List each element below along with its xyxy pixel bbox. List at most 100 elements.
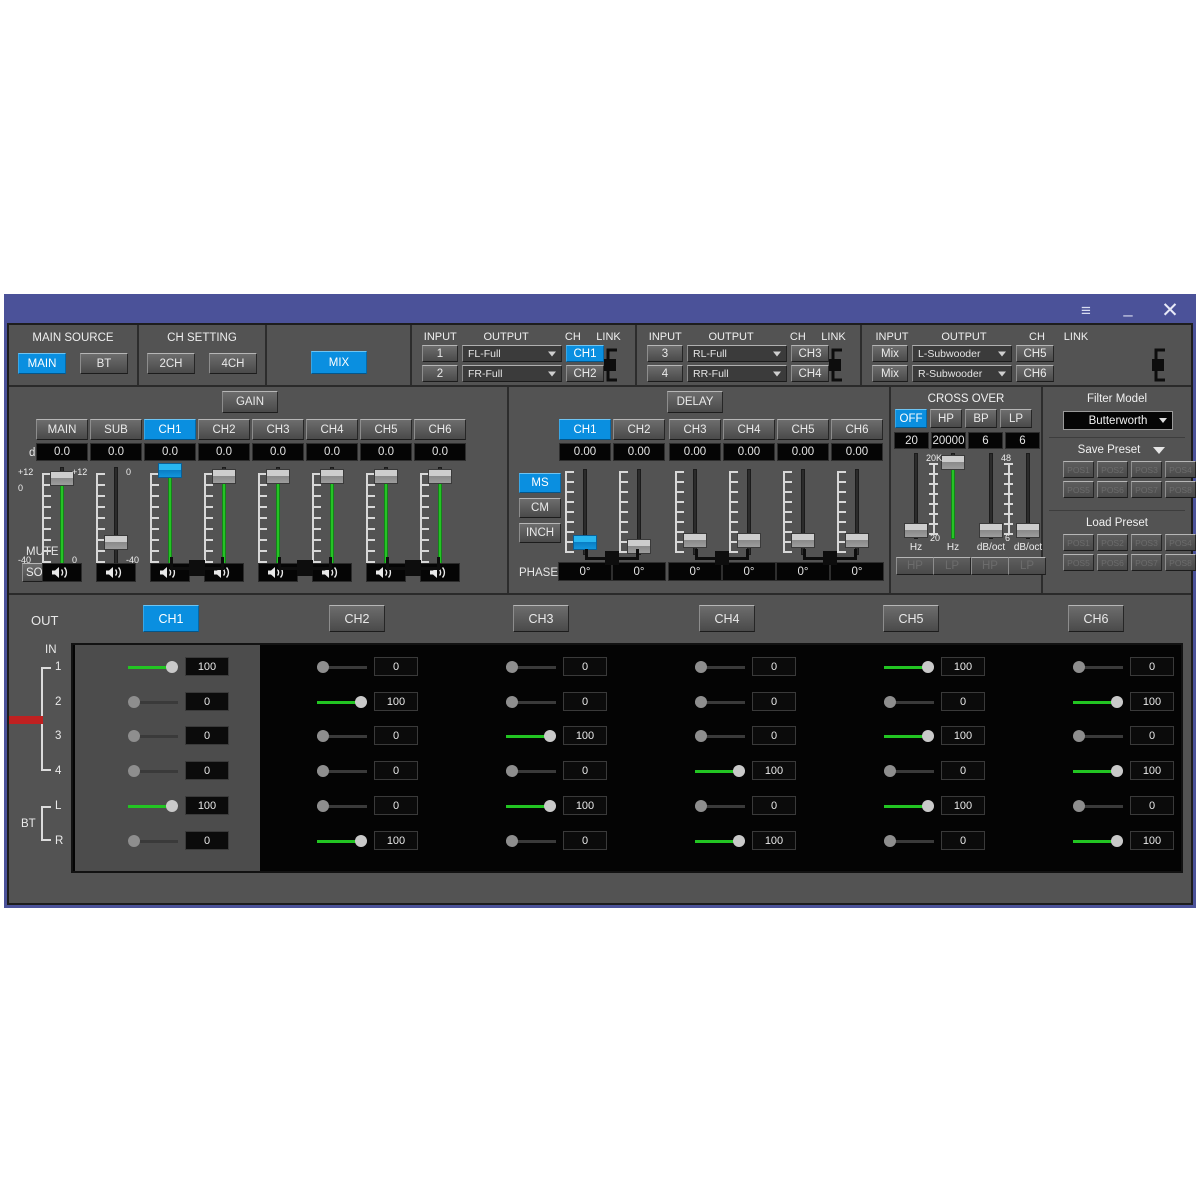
mixer-value-field[interactable]: 0	[941, 761, 985, 780]
mixer-slider[interactable]	[695, 799, 745, 812]
mixer-slider[interactable]	[695, 764, 745, 777]
gain-channel-tab-ch5[interactable]: CH5	[360, 419, 412, 440]
gain-fader-ch6[interactable]	[428, 467, 452, 565]
out-tab-ch1[interactable]: CH1	[143, 605, 199, 632]
save-preset-pos8-button[interactable]: POS8	[1165, 481, 1196, 498]
mixer-value-field[interactable]: 0	[1130, 796, 1174, 815]
mixer-slider[interactable]	[317, 695, 367, 708]
mix-button[interactable]: MIX	[311, 351, 367, 374]
delay-unit-ms-button[interactable]: MS	[519, 473, 561, 493]
mixer-slider[interactable]	[128, 695, 178, 708]
mixer-slider[interactable]	[128, 799, 178, 812]
crossover-mode-bp-button[interactable]: BP	[965, 409, 997, 428]
mixer-value-field[interactable]: 100	[563, 796, 607, 815]
delay-channel-tab-ch6[interactable]: CH6	[831, 419, 883, 440]
load-preset-pos2-button[interactable]: POS2	[1097, 534, 1128, 551]
mixer-value-field[interactable]: 0	[752, 796, 796, 815]
crossover-mode-off-button[interactable]: OFF	[895, 409, 927, 428]
routing-output-select[interactable]: RL-Full	[687, 345, 787, 362]
delay-value-field[interactable]: 0.00	[669, 443, 721, 461]
mixer-slider[interactable]	[506, 764, 556, 777]
delay-link-wire-3[interactable]	[803, 549, 857, 569]
mixer-slider[interactable]	[128, 834, 178, 847]
mixer-value-field[interactable]: 0	[752, 657, 796, 676]
mixer-value-field[interactable]: 100	[1130, 831, 1174, 850]
delay-fader-ch2[interactable]	[627, 469, 651, 555]
delay-header-button[interactable]: DELAY	[667, 391, 723, 413]
routing-ch-button[interactable]: CH5	[1016, 345, 1054, 362]
save-preset-pos1-button[interactable]: POS1	[1063, 461, 1094, 478]
routing-ch-button[interactable]: CH4	[791, 365, 829, 382]
mixer-slider[interactable]	[884, 764, 934, 777]
delay-unit-inch-button[interactable]: INCH	[519, 523, 561, 543]
gain-value-field[interactable]: 0.0	[252, 443, 304, 461]
save-preset-pos3-button[interactable]: POS3	[1131, 461, 1162, 478]
routing-output-select[interactable]: L-Subwooder	[912, 345, 1012, 362]
mixer-slider[interactable]	[506, 799, 556, 812]
mixer-value-field[interactable]: 0	[563, 657, 607, 676]
gain-header-button[interactable]: GAIN	[222, 391, 278, 413]
mixer-slider[interactable]	[695, 695, 745, 708]
routing-output-select[interactable]: RR-Full	[687, 365, 787, 382]
out-tab-ch2[interactable]: CH2	[329, 605, 385, 632]
mixer-value-field[interactable]: 0	[374, 726, 418, 745]
gain-value-field[interactable]: 0.0	[306, 443, 358, 461]
load-preset-pos1-button[interactable]: POS1	[1063, 534, 1094, 551]
gain-channel-tab-ch2[interactable]: CH2	[198, 419, 250, 440]
link-toggle-2[interactable]	[826, 348, 852, 382]
mixer-slider[interactable]	[1073, 764, 1123, 777]
mixer-value-field[interactable]: 0	[752, 726, 796, 745]
routing-input-button[interactable]: 4	[647, 365, 683, 382]
crossover-filter-button-0[interactable]: HP	[896, 557, 934, 575]
mixer-slider[interactable]	[884, 660, 934, 673]
crossover-value-field-3[interactable]: 6	[1005, 432, 1040, 449]
mixer-slider[interactable]	[695, 834, 745, 847]
mixer-value-field[interactable]: 100	[941, 726, 985, 745]
mixer-value-field[interactable]: 100	[374, 831, 418, 850]
crossover-filter-button-1[interactable]: LP	[933, 557, 971, 575]
gain-value-field[interactable]: 0.0	[90, 443, 142, 461]
load-preset-pos6-button[interactable]: POS6	[1097, 554, 1128, 571]
mixer-slider[interactable]	[506, 834, 556, 847]
crossover-fader-0[interactable]	[904, 453, 928, 539]
routing-output-select[interactable]: R-Subwooder	[912, 365, 1012, 382]
mixer-slider[interactable]	[884, 729, 934, 742]
mixer-slider[interactable]	[1073, 799, 1123, 812]
delay-channel-tab-ch4[interactable]: CH4	[723, 419, 775, 440]
mixer-value-field[interactable]: 100	[185, 796, 229, 815]
gain-fader-main[interactable]	[50, 467, 74, 565]
mixer-slider[interactable]	[317, 660, 367, 673]
chevron-down-icon[interactable]	[1153, 447, 1165, 454]
gain-channel-tab-ch6[interactable]: CH6	[414, 419, 466, 440]
gain-fader-sub[interactable]	[104, 467, 128, 565]
crossover-value-field-0[interactable]: 20	[894, 432, 929, 449]
mixer-value-field[interactable]: 0	[563, 761, 607, 780]
mixer-slider[interactable]	[128, 764, 178, 777]
hamburger-icon[interactable]: ≡	[1075, 302, 1097, 319]
link-toggle-3[interactable]	[1149, 348, 1175, 382]
routing-ch-button[interactable]: CH3	[791, 345, 829, 362]
routing-ch-button[interactable]: CH1	[566, 345, 604, 362]
mixer-value-field[interactable]: 0	[185, 831, 229, 850]
mixer-slider[interactable]	[884, 799, 934, 812]
delay-link-wire-2[interactable]	[695, 549, 749, 569]
ch-setting-2ch-button[interactable]: 2CH	[147, 353, 195, 374]
load-preset-pos5-button[interactable]: POS5	[1063, 554, 1094, 571]
mixer-slider[interactable]	[506, 695, 556, 708]
delay-value-field[interactable]: 0.00	[559, 443, 611, 461]
delay-value-field[interactable]: 0.00	[613, 443, 665, 461]
mixer-value-field[interactable]: 100	[185, 657, 229, 676]
mixer-value-field[interactable]: 0	[1130, 726, 1174, 745]
routing-ch-button[interactable]: CH6	[1016, 365, 1054, 382]
gain-link-wire-1[interactable]	[170, 557, 224, 579]
mixer-value-field[interactable]: 100	[941, 657, 985, 676]
routing-input-button[interactable]: 3	[647, 345, 683, 362]
crossover-value-field-1[interactable]: 20000	[931, 432, 966, 449]
delay-fader-ch4[interactable]	[737, 469, 761, 555]
mixer-value-field[interactable]: 100	[752, 761, 796, 780]
routing-output-select[interactable]: FR-Full	[462, 365, 562, 382]
mixer-value-field[interactable]: 100	[1130, 692, 1174, 711]
mixer-value-field[interactable]: 0	[563, 831, 607, 850]
out-tab-ch6[interactable]: CH6	[1068, 605, 1124, 632]
delay-link-wire-1[interactable]	[585, 549, 639, 569]
